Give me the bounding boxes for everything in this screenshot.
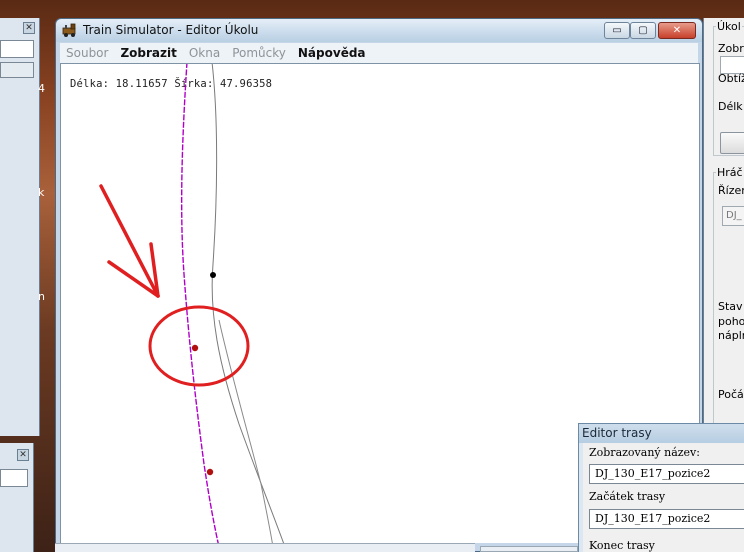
background-glyph: k [38,186,45,199]
bottom-window-strip-2 [480,546,578,552]
menu-okna[interactable]: Okna [189,46,220,60]
editor-trasy-body: Zobrazovaný název: DJ_130_E17_pozice2 Za… [583,443,744,552]
left-input-field[interactable] [0,40,34,58]
route-line-purple [180,64,219,543]
ukol-panel: Úkol Zobraz Obtíž Délk Hráč Řízen DJ_ St… [703,18,744,424]
left-input-field[interactable] [0,469,28,487]
annotation-arrow [99,184,160,298]
label-delka: Délk [718,100,743,113]
label-poho: poho [718,315,744,328]
left-partial-window-2: ✕ [0,443,34,552]
editor-trasy-title[interactable]: Editor trasy [579,424,744,443]
menu-napoveda[interactable]: Nápověda [298,46,366,60]
menu-pomucky[interactable]: Pomůcky [232,46,286,60]
hrac-group-label: Hráč [716,166,744,179]
bottom-window-strip [55,543,475,552]
route-marker-red [206,468,214,476]
left-partial-window: ✕ [0,18,40,436]
minimize-button[interactable]: ▭ [604,22,630,39]
editor-trasy-window: Editor trasy Zobrazovaný název: DJ_130_E… [578,423,744,552]
start-label: Začátek trasy [589,490,666,503]
end-label: Konec trasy [589,539,655,552]
train-app-icon [62,23,76,37]
ukol-button[interactable] [720,132,744,154]
display-name-input[interactable]: DJ_130_E17_pozice2 [589,464,744,484]
close-icon[interactable]: ✕ [17,449,29,461]
menu-soubor[interactable]: Soubor [66,46,108,60]
label-rizeni: Řízen [718,184,744,197]
label-obtiz: Obtíž [718,72,744,85]
track-line-grey [211,64,285,543]
close-button[interactable]: ✕ [658,22,696,39]
rizeni-combo[interactable]: DJ_ [722,206,744,226]
left-toolbar-strip [0,62,34,78]
annotation-circle [148,305,250,387]
display-name-label: Zobrazovaný název: [589,446,700,459]
close-icon[interactable]: ✕ [23,22,35,34]
label-poca: Počá [718,388,744,401]
route-marker-red [191,344,199,352]
window-title: Train Simulator - Editor Úkolu [83,23,259,37]
label-zobraz: Zobraz [718,42,744,55]
label-stav: Stav [718,300,743,313]
title-bar[interactable]: Train Simulator - Editor Úkolu ▭ ▢ ✕ [56,19,702,42]
start-input[interactable]: DJ_130_E17_pozice2 [589,509,744,529]
maximize-button[interactable]: ▢ [630,22,656,39]
background-glyph: n [38,290,45,303]
background-glyph: 4 [38,82,45,95]
label-napln: náplr [718,329,744,342]
track-marker-black [210,272,216,278]
menu-zobrazit[interactable]: Zobrazit [120,46,176,60]
ukol-group-label: Úkol [716,20,742,33]
menu-bar: Soubor Zobrazit Okna Pomůcky Nápověda [60,43,698,63]
